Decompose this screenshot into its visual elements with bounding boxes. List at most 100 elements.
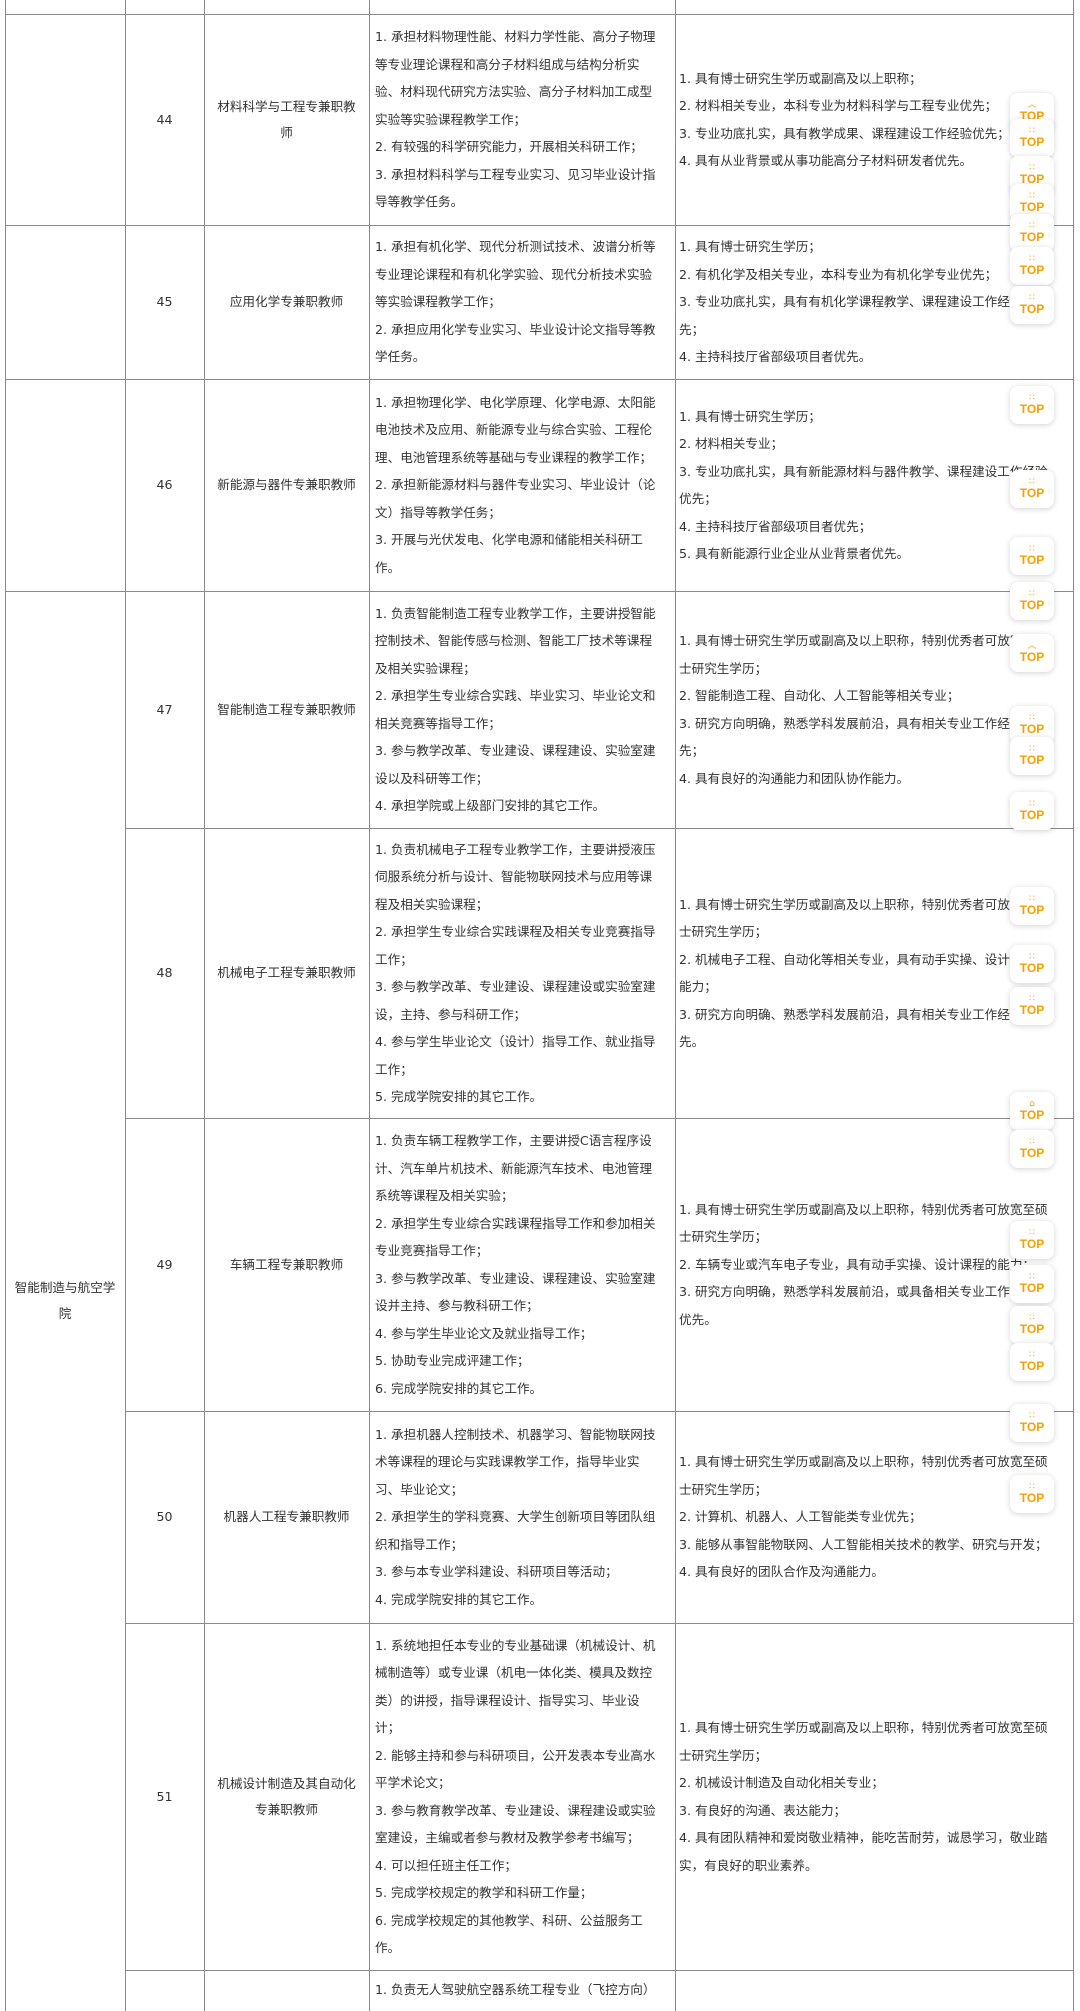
back-to-top-button[interactable]: ∷ TOP [1010, 1265, 1054, 1303]
requirements-line: 优先。 [679, 1311, 717, 1327]
back-to-top-button[interactable]: ︿ TOP [1010, 634, 1054, 672]
top-label: TOP [1019, 402, 1045, 416]
duties-line: 作。 [375, 559, 401, 575]
position-cell: 智能制造工程专兼职教师 [204, 591, 369, 828]
requirements-line: 2. 有机化学及相关专业，本科专业为有机化学专业优先； [679, 266, 998, 282]
top-label: TOP [1019, 302, 1045, 316]
back-to-top-button[interactable]: ∷ TOP [1010, 792, 1054, 830]
position-title: 智能制造工程专兼职教师 [217, 701, 356, 717]
duties-text: 1. 负责无人驾驶航空器系统工程专业（飞控方向） [375, 1970, 669, 2004]
duties-line: 文）指导等教学任务； [375, 504, 501, 520]
requirements-line: 4. 主持科技厅省部级项目者优先。 [679, 349, 872, 365]
row-number: 46 [156, 477, 173, 493]
duties-cell: 1. 负责车辆工程教学工作，主要讲授C语言程序设 计、汽车单片机技术、新能源汽车技… [369, 1118, 675, 1411]
duties-line: 相关竞赛等指导工作； [375, 715, 501, 731]
row-number: 44 [156, 111, 173, 127]
duties-line: 计； [375, 1720, 401, 1735]
requirements-line: 2. 机械设计制造及自动化相关专业； [679, 1775, 884, 1790]
duties-line: 2. 承担新能源材料与器件专业实习、毕业设计（论 [375, 477, 656, 493]
back-to-top-button[interactable]: ∷ TOP [1010, 945, 1054, 983]
back-to-top-button[interactable]: ∷ TOP [1010, 1306, 1054, 1344]
requirements-line: 士研究生学历； [679, 660, 768, 676]
requirements-line: 2. 材料相关专业； [679, 436, 784, 451]
back-to-top-button[interactable]: ∷ TOP [1010, 1221, 1054, 1259]
back-to-top-button[interactable]: ∷ TOP [1010, 1130, 1054, 1168]
position-cell: 新能源与器件专兼职教师 [204, 379, 369, 591]
table-border-right [1073, 0, 1074, 2011]
requirements-line: 2. 车辆专业或汽车电子专业，具有动手实操、设计课程的能力； [679, 1256, 1036, 1272]
requirements-line: 士研究生学历； [679, 1481, 768, 1497]
requirements-line: 4. 具有良好的沟通能力和团队协作能力。 [679, 770, 910, 786]
duties-line: 计、汽车单片机技术、新能源汽车技术、电池管理 [375, 1160, 653, 1176]
requirements-line: 4. 具有良好的团队合作及沟通能力。 [679, 1564, 884, 1580]
back-to-top-button[interactable]: ∷ TOP [1010, 286, 1054, 324]
duties-line: 4. 参与学生毕业论文及就业指导工作； [375, 1325, 593, 1341]
top-label: TOP [1019, 753, 1045, 767]
duties-line: 6. 完成学院安排的其它工作。 [375, 1380, 543, 1396]
back-to-top-button[interactable]: ∷ TOP [1010, 470, 1054, 508]
duties-line: 验、材料现代研究方法实验、高分子材料加工成型 [375, 84, 653, 100]
duties-line: 3. 承担材料科学与工程专业实习、见习毕业设计指 [375, 166, 656, 182]
back-to-top-button[interactable]: ∷ TOP [1010, 1404, 1054, 1442]
back-to-top-button[interactable]: ∷ TOP [1010, 119, 1054, 157]
duties-line: 专业理论课程和有机化学实验、现代分析技术实验 [375, 266, 653, 282]
back-to-top-button[interactable]: ⌂ TOP [1010, 1092, 1054, 1130]
back-to-top-button[interactable]: ∷ TOP [1010, 537, 1054, 575]
top-label: TOP [1019, 230, 1045, 244]
requirements-line: 4. 具有团队精神和爱岗敬业精神，能吃苦耐劳，诚恳学习，敬业踏 [679, 1830, 1048, 1845]
top-label: TOP [1019, 1237, 1045, 1251]
top-label: TOP [1019, 135, 1045, 149]
position-title: 材料科学与工程专兼职教师 [217, 98, 356, 140]
back-to-top-button[interactable]: ∷ TOP [1010, 386, 1054, 424]
duties-line: 等实验课程教学工作； [375, 294, 501, 310]
requirements-line: 4. 主持科技厅省部级项目者优先； [679, 518, 872, 534]
row-number: 48 [156, 965, 173, 981]
requirements-line: 先； [679, 321, 705, 337]
duties-line: 械制造等）或专业课（机电一体化类、模具及数控 [375, 1665, 653, 1680]
duties-line: 系统等课程及相关实验； [375, 1188, 514, 1203]
back-to-top-button[interactable]: ∷ TOP [1010, 887, 1054, 925]
duties-line: 4. 参与学生毕业论文（设计）指导工作、就业指导 [375, 1034, 656, 1049]
row-number-cell: 44 [125, 14, 204, 225]
requirements-line: 1. 具有博士研究生学历； [679, 408, 821, 424]
position-title: 机械电子工程专兼职教师 [217, 965, 356, 980]
requirements-line: 优先； [679, 491, 717, 506]
duties-line: 专业竞赛指导工作； [375, 1243, 489, 1258]
position-cell: 机械电子工程专兼职教师 [204, 828, 369, 1118]
duties-line: 工作； [375, 1061, 413, 1077]
requirements-text: 1. 具有博士研究生学历； 2. 材料相关专业； 3. 专业功底扎实，具有新能源材料… [679, 379, 1067, 568]
top-label: TOP [1019, 903, 1045, 917]
requirements-line: 5. 具有新能源行业企业从业背景者优先。 [679, 546, 910, 561]
back-to-top-button[interactable]: ∷ TOP [1010, 987, 1054, 1025]
requirements-cell: 1. 具有博士研究生学历或副高及以上职称，特别优秀者可放宽至硕 士研究生学历； 2.… [675, 1623, 1073, 1970]
duties-line: 4. 可以担任班主任工作； [375, 1857, 517, 1873]
duties-line: 1. 负责车辆工程教学工作，主要讲授C语言程序设 [375, 1133, 652, 1148]
back-to-top-button[interactable]: ∷ TOP [1010, 582, 1054, 620]
duties-line: 2. 有较强的科学研究能力，开展相关科研工作； [375, 139, 643, 155]
back-to-top-button[interactable]: ∷ TOP [1010, 1343, 1054, 1381]
top-label: TOP [1019, 722, 1045, 736]
back-to-top-button[interactable]: ∷ TOP [1010, 247, 1054, 285]
requirements-line: 先； [679, 743, 705, 758]
requirements-line: 3. 研究方向明确、熟悉学科发展前沿，具有相关专业工作经验者优 [679, 1006, 1048, 1022]
requirements-line: 2. 材料相关专业，本科专业为材料科学与工程专业优先； [679, 98, 998, 113]
row-number-cell: 51 [125, 1623, 204, 1970]
requirements-text [679, 1970, 1067, 1976]
back-to-top-button[interactable]: ∷ TOP [1010, 737, 1054, 775]
top-label: TOP [1019, 1003, 1045, 1017]
requirements-text: 1. 具有博士研究生学历； 2. 有机化学及相关专业，本科专业为有机化学专业优先；… [679, 225, 1067, 371]
top-label: TOP [1019, 961, 1045, 975]
back-to-top-button[interactable]: ∷ TOP [1010, 1475, 1054, 1513]
row-number-cell: 45 [125, 225, 204, 379]
duties-line: 类）的讲授，指导课程设计、指导实习、毕业设 [375, 1692, 640, 1708]
duties-line: 6. 完成学校规定的其他教学、科研、公益服务工 [375, 1912, 643, 1928]
requirements-line: 3. 专业功底扎实，具有教学成果、课程建设工作经验优先； [679, 125, 1010, 141]
row-number: 50 [156, 1509, 173, 1525]
duties-text: 1. 负责车辆工程教学工作，主要讲授C语言程序设 计、汽车单片机技术、新能源汽车技… [375, 1118, 669, 1402]
position-title: 机器人工程专兼职教师 [223, 1509, 350, 1524]
position-title: 新能源与器件专兼职教师 [217, 477, 356, 492]
requirements-line: 1. 具有博士研究生学历或副高及以上职称，特别优秀者可放宽至硕 [679, 896, 1048, 912]
top-label: TOP [1019, 598, 1045, 612]
duties-line: 1. 承担有机化学、现代分析测试技术、波谱分析等 [375, 239, 656, 255]
duties-cell: 1. 负责智能制造工程专业教学工作，主要讲授智能 控制技术、智能传感与检测、智能工… [369, 591, 675, 828]
